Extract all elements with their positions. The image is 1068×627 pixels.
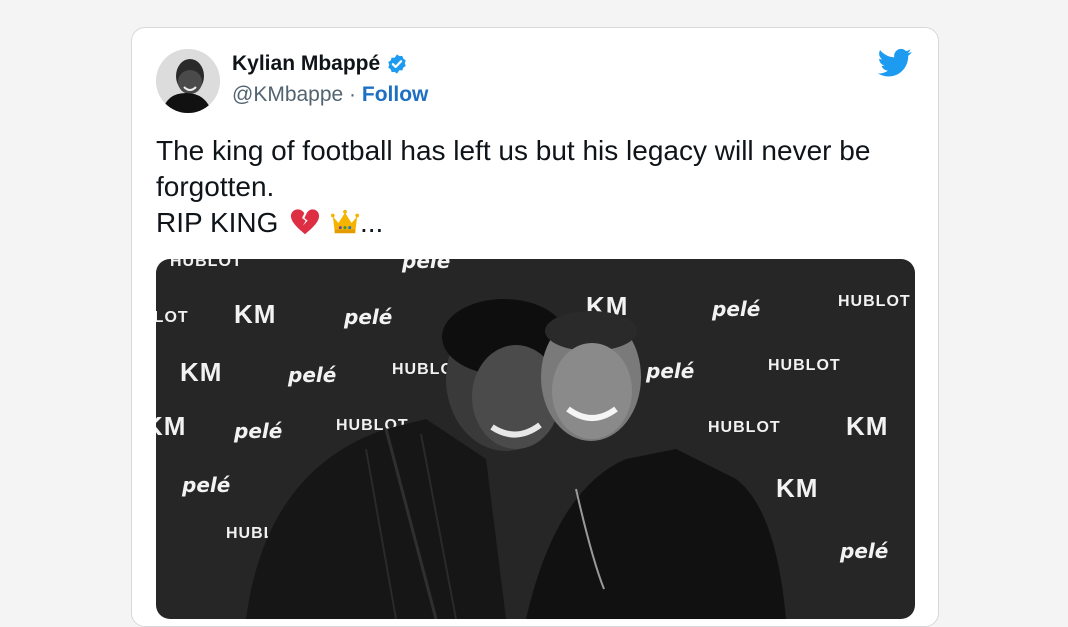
author-avatar[interactable] bbox=[156, 49, 220, 113]
ellipsis-text: ... bbox=[359, 207, 384, 238]
rip-king-text: RIP KING bbox=[156, 207, 279, 238]
handle-separator: · bbox=[343, 83, 362, 106]
verified-badge-icon bbox=[388, 54, 406, 74]
broken-heart-icon bbox=[291, 209, 320, 235]
follow-button[interactable]: Follow bbox=[362, 83, 429, 106]
tweet-text-line-3: RIP KING ... bbox=[156, 205, 916, 241]
tweet-text-line-2: forgotten. bbox=[156, 171, 275, 202]
author-name[interactable]: Kylian Mbappé bbox=[232, 52, 380, 76]
crown-icon bbox=[330, 209, 360, 234]
author-handle-row: @KMbappe · Follow bbox=[232, 83, 428, 107]
author-name-row: Kylian Mbappé bbox=[232, 52, 408, 76]
tweet-card: Kylian Mbappé @KMbappe · Follow The king… bbox=[131, 27, 939, 627]
tweet-text-line-1: The king of football has left us but his… bbox=[156, 135, 871, 166]
photo-people bbox=[246, 299, 786, 619]
tweet-photo[interactable]: HUBLOT pelé HUBLOT KM pelé KM pelé HUBLO… bbox=[156, 259, 915, 619]
twitter-bird-icon[interactable] bbox=[878, 48, 912, 78]
tweet-text: The king of football has left us but his… bbox=[156, 133, 916, 241]
author-handle[interactable]: @KMbappe bbox=[232, 83, 343, 106]
